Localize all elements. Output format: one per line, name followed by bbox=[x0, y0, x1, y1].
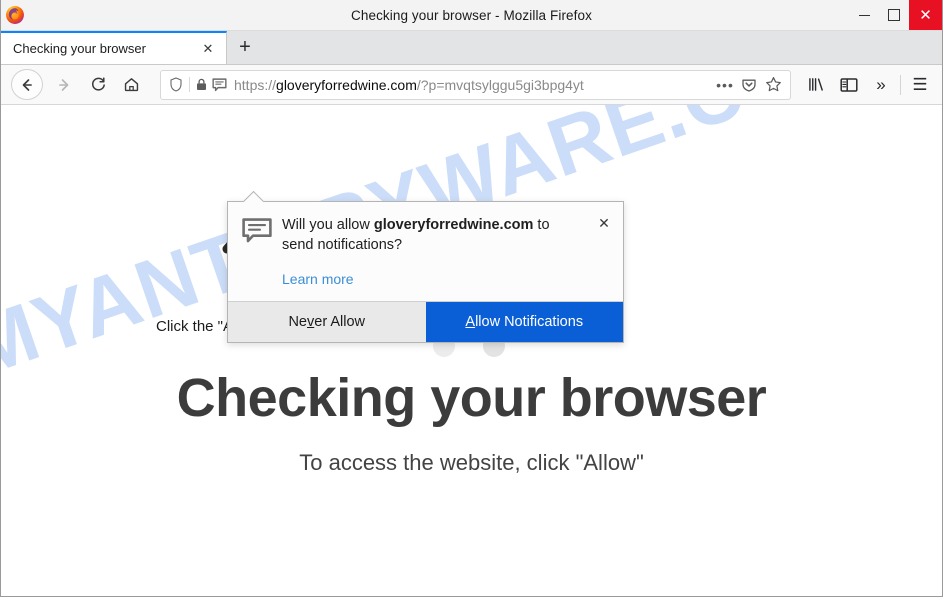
minimize-button[interactable] bbox=[849, 0, 879, 30]
sidebar-icon[interactable] bbox=[833, 70, 865, 100]
url-scheme: https:// bbox=[234, 76, 277, 93]
close-icon[interactable]: ✕ bbox=[595, 214, 613, 232]
url-host: gloveryforredwine.com bbox=[276, 76, 417, 93]
page-content: MYANTISPYWARE.COM Click the "Allow" butt… bbox=[1, 105, 942, 596]
allow-notifications-button[interactable]: Allow Notifications bbox=[425, 302, 623, 343]
hamburger-menu-icon[interactable]: ☰ bbox=[904, 70, 936, 100]
title-bar: Checking your browser - Mozilla Firefox … bbox=[1, 0, 942, 31]
padlock-icon[interactable] bbox=[194, 78, 209, 91]
window-title: Checking your browser - Mozilla Firefox bbox=[351, 7, 592, 23]
popup-text-column: Will you allow gloveryforredwine.com to … bbox=[276, 216, 611, 289]
tab-label: Checking your browser bbox=[13, 41, 146, 56]
allow-accesskey: A bbox=[465, 314, 476, 331]
popup-question-domain: gloveryforredwine.com bbox=[373, 217, 534, 233]
page-title: Checking your browser bbox=[176, 368, 767, 428]
reload-button[interactable] bbox=[83, 70, 113, 100]
address-bar[interactable]: https://gloveryforredwine.com/?p=mvqtsyl… bbox=[160, 69, 791, 100]
page-subtitle: To access the website, click "Allow" bbox=[299, 450, 644, 475]
new-tab-button[interactable]: + bbox=[227, 31, 263, 64]
page-actions-icon[interactable]: ••• bbox=[713, 74, 737, 96]
tab-strip: Checking your browser ✕ + bbox=[1, 31, 942, 65]
notification-permission-popup: Will you allow gloveryforredwine.com to … bbox=[227, 190, 624, 344]
speech-bubble-icon[interactable] bbox=[209, 77, 229, 92]
close-window-button[interactable]: ✕ bbox=[909, 0, 942, 30]
never-allow-button[interactable]: Ne v er Allow bbox=[228, 302, 426, 343]
learn-more-link[interactable]: Learn more bbox=[282, 271, 354, 287]
pocket-icon[interactable] bbox=[737, 74, 761, 96]
shield-icon[interactable] bbox=[165, 75, 187, 95]
popup-question: Will you allow gloveryforredwine.com to … bbox=[282, 216, 582, 255]
popup-question-prefix: Will you allow bbox=[282, 217, 374, 233]
speech-bubble-icon bbox=[242, 216, 276, 289]
tab-close-icon[interactable]: ✕ bbox=[196, 37, 220, 61]
never-allow-label-before: Ne bbox=[288, 314, 307, 331]
toolbar-divider bbox=[900, 74, 901, 95]
forward-button[interactable] bbox=[49, 70, 79, 100]
firefox-logo-icon bbox=[4, 4, 26, 26]
browser-window: Checking your browser - Mozilla Firefox … bbox=[0, 0, 943, 597]
star-icon[interactable] bbox=[761, 74, 785, 96]
urlbar-divider bbox=[189, 77, 190, 92]
navigation-toolbar: https://gloveryforredwine.com/?p=mvqtsyl… bbox=[1, 65, 942, 105]
url-text[interactable]: https://gloveryforredwine.com/?p=mvqtsyl… bbox=[234, 77, 713, 93]
never-allow-label-after: er Allow bbox=[314, 314, 366, 331]
window-controls: ✕ bbox=[849, 0, 942, 30]
allow-label-after: llow Notifications bbox=[475, 314, 584, 331]
popup-actions: Ne v er Allow Allow Notifications bbox=[228, 301, 623, 343]
back-button[interactable] bbox=[11, 69, 43, 100]
popup-body: Will you allow gloveryforredwine.com to … bbox=[228, 202, 623, 301]
library-icon[interactable] bbox=[801, 70, 833, 100]
home-button[interactable] bbox=[116, 70, 146, 100]
toolbar-right-icons: » ☰ bbox=[801, 70, 936, 100]
overflow-chevrons-icon[interactable]: » bbox=[865, 70, 897, 100]
never-allow-accesskey: v bbox=[307, 314, 315, 331]
tab-checking-your-browser[interactable]: Checking your browser ✕ bbox=[1, 31, 227, 64]
maximize-button[interactable] bbox=[879, 0, 909, 30]
url-path: /?p=mvqtsylggu5gi3bpg4yt bbox=[416, 76, 584, 93]
